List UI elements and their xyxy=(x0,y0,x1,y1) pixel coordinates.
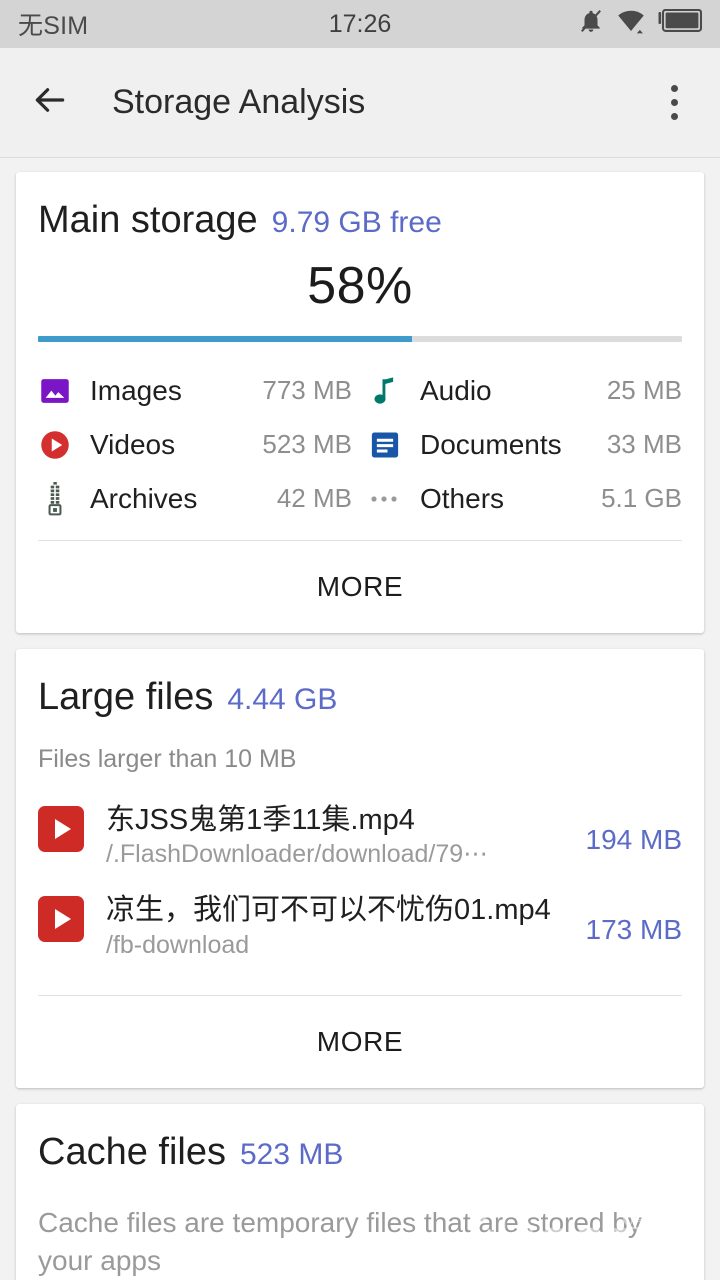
file-texts: 东JSS鬼第1季11集.mp4 /.FlashDownloader/downlo… xyxy=(106,802,572,871)
cache-files-title: Cache files xyxy=(38,1131,226,1174)
list-item[interactable]: 东JSS鬼第1季11集.mp4 /.FlashDownloader/downlo… xyxy=(38,792,682,883)
image-icon xyxy=(38,374,72,408)
large-files-subtitle: Files larger than 10 MB xyxy=(38,744,297,773)
category-size: 25 MB xyxy=(606,375,682,406)
large-files-title: Large files xyxy=(38,675,214,718)
category-label: Archives xyxy=(90,482,198,514)
status-bar: 无SIM 17:26 xyxy=(0,0,720,48)
app-screen: 无SIM 17:26 Storage Analysis Main storage… xyxy=(0,0,720,1280)
battery-full-icon xyxy=(658,8,703,40)
main-storage-title: Main storage xyxy=(38,199,258,241)
large-files-list: 东JSS鬼第1季11集.mp4 /.FlashDownloader/downlo… xyxy=(16,774,704,974)
main-storage-more-button[interactable]: MORE xyxy=(16,541,704,633)
category-size: 773 MB xyxy=(262,375,352,406)
document-icon xyxy=(368,428,402,462)
file-path: /fb-download xyxy=(106,930,250,959)
main-storage-card: Main storage 9.79 GB free 58% Images 773… xyxy=(16,172,704,633)
scroll-content[interactable]: Main storage 9.79 GB free 58% Images 773… xyxy=(0,158,720,1280)
list-item[interactable]: 凉生，我们可不可以不忧伤01.mp4 /fb-download 173 MB xyxy=(38,882,682,973)
video-file-icon xyxy=(38,805,84,852)
cache-files-card: Cache files 523 MB Cache files are tempo… xyxy=(16,1104,704,1280)
bell-muted-icon xyxy=(578,7,604,42)
usage-percent-label: 58% xyxy=(307,256,413,315)
file-texts: 凉生，我们可不可以不忧伤01.mp4 /fb-download xyxy=(106,892,572,961)
file-size: 194 MB xyxy=(585,823,683,855)
cache-files-header: Cache files 523 MB xyxy=(16,1104,704,1174)
category-size: 523 MB xyxy=(262,429,352,460)
video-icon xyxy=(38,428,72,462)
cache-files-total: 523 MB xyxy=(239,1138,344,1172)
category-grid: Images 773 MB Audio 25 MB Videos 523 MB … xyxy=(16,342,704,534)
category-row-images[interactable]: Images 773 MB xyxy=(38,364,352,418)
usage-percent-wrap: 58% xyxy=(16,242,704,326)
category-row-archives[interactable]: Archives 42 MB xyxy=(38,472,352,526)
more-vertical-icon-dot xyxy=(670,85,678,92)
category-size: 33 MB xyxy=(606,429,682,460)
category-label: Documents xyxy=(420,428,562,460)
archive-icon xyxy=(38,481,72,516)
large-files-more-button[interactable]: MORE xyxy=(16,996,704,1088)
category-row-videos[interactable]: Videos 523 MB xyxy=(38,418,352,472)
back-button[interactable] xyxy=(22,75,78,131)
more-vertical-icon-dot xyxy=(670,99,678,106)
large-files-total: 4.44 GB xyxy=(227,682,338,716)
category-label: Others xyxy=(420,482,505,514)
large-files-header: Large files 4.44 GB xyxy=(16,649,704,719)
page-title: Storage Analysis xyxy=(112,83,366,121)
category-label: Audio xyxy=(420,374,492,406)
file-name: 东JSS鬼第1季11集.mp4 xyxy=(106,803,415,836)
category-row-audio[interactable]: Audio 25 MB xyxy=(368,364,682,418)
overflow-menu-button[interactable] xyxy=(650,75,698,131)
large-files-card: Large files 4.44 GB Files larger than 10… xyxy=(16,648,704,1089)
main-storage-header: Main storage 9.79 GB free xyxy=(16,172,704,242)
app-bar: Storage Analysis xyxy=(0,48,720,158)
category-size: 5.1 GB xyxy=(601,483,682,514)
category-label: Images xyxy=(90,374,182,406)
category-size: 42 MB xyxy=(276,483,352,514)
status-icons xyxy=(578,7,703,42)
others-icon xyxy=(368,482,402,516)
wifi-icon xyxy=(616,8,646,41)
main-storage-free: 9.79 GB free xyxy=(271,206,442,239)
audio-icon xyxy=(368,374,402,408)
video-file-icon xyxy=(38,896,84,943)
more-vertical-icon-dot xyxy=(670,113,678,120)
category-row-documents[interactable]: Documents 33 MB xyxy=(368,418,682,472)
file-path: /.FlashDownloader/download/79⋯ xyxy=(106,839,489,868)
cache-files-description: Cache files are temporary files that are… xyxy=(38,1206,642,1276)
storage-progress-bar xyxy=(38,335,682,342)
file-size: 173 MB xyxy=(585,914,683,946)
category-row-others[interactable]: Others 5.1 GB xyxy=(368,472,682,526)
storage-progress-fill xyxy=(38,335,412,342)
arrow-back-icon xyxy=(29,81,71,124)
file-name: 凉生，我们可不可以不忧伤01.mp4 xyxy=(106,894,551,927)
category-label: Videos xyxy=(90,428,176,460)
